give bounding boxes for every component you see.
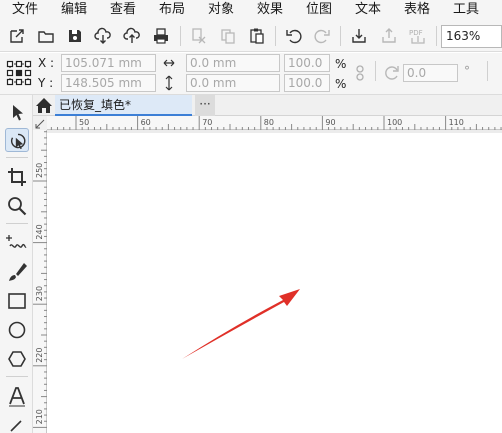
rotation-angle-field[interactable]: 0.0 — [403, 64, 458, 82]
y-position-field[interactable]: 148.505 mm — [61, 74, 156, 92]
x-position-field[interactable]: 105.071 mm — [61, 54, 156, 72]
ruler-label: 210 — [35, 409, 44, 424]
save-icon[interactable] — [66, 27, 84, 45]
redo-icon[interactable] — [313, 27, 331, 45]
vertical-ruler-scale: 250 240 230 220 210 — [33, 131, 47, 428]
property-bar: X : Y : 105.071 mm 148.505 mm 0.0 mm 0.0… — [0, 53, 502, 95]
height-arrow-icon — [162, 74, 176, 92]
artistic-media-tool-icon[interactable] — [5, 260, 29, 284]
menu-table[interactable]: 表格 — [404, 2, 430, 18]
import-icon[interactable] — [350, 27, 368, 45]
undo-icon[interactable] — [285, 27, 303, 45]
cloud-download-icon[interactable] — [94, 27, 112, 45]
y-position-label: Y : — [38, 76, 54, 90]
object-height-field[interactable]: 0.0 mm — [186, 74, 280, 92]
paste-icon[interactable] — [248, 27, 266, 45]
horizontal-ruler-scale: 50 60 70 80 90 100 110 — [50, 116, 502, 130]
rotation-icon — [383, 63, 401, 83]
menu-file[interactable]: 文件 — [12, 2, 38, 18]
width-arrow-icon — [162, 54, 176, 72]
text-tool-icon[interactable] — [5, 384, 29, 408]
zoom-level-field[interactable]: 163% — [441, 25, 502, 48]
toolbar-separator — [275, 26, 276, 46]
new-document-icon[interactable] — [8, 27, 26, 45]
toolbox — [0, 95, 33, 433]
ruler-label: 110 — [449, 118, 464, 127]
ruler-origin-corner[interactable] — [33, 116, 47, 130]
polygon-tool-icon[interactable] — [5, 347, 29, 371]
lock-ratio-icon[interactable] — [354, 65, 366, 81]
pick-tool-icon[interactable] — [5, 101, 29, 125]
standard-toolbar: PDF — [0, 20, 502, 52]
menu-view[interactable]: 查看 — [110, 2, 136, 18]
drawing-canvas[interactable] — [47, 130, 502, 433]
document-tab-label: 已恢复_填色* — [59, 98, 132, 112]
pdf-icon-label: PDF — [409, 29, 423, 37]
menu-bitmaps[interactable]: 位图 — [306, 2, 332, 18]
toolbox-separator — [6, 376, 28, 377]
cloud-upload-icon[interactable] — [123, 27, 141, 45]
x-position-label: X : — [38, 56, 55, 70]
rectangle-tool-icon[interactable] — [5, 289, 29, 313]
ruler-label: 240 — [35, 224, 44, 239]
ruler-label: 100 — [387, 118, 402, 127]
toolbar-separator — [436, 26, 437, 46]
toolbox-separator — [6, 223, 28, 224]
menu-text[interactable]: 文本 — [355, 2, 381, 18]
print-icon[interactable] — [152, 27, 170, 45]
menu-layout[interactable]: 布局 — [159, 2, 185, 18]
toolbox-separator — [6, 157, 28, 158]
menu-tools[interactable]: 工具 — [453, 2, 479, 18]
toolbar-separator — [180, 26, 181, 46]
object-origin-icon[interactable] — [6, 59, 32, 87]
ruler-label: 80 — [264, 118, 274, 127]
more-tools-icon[interactable] — [5, 413, 29, 433]
scale-x-percent-label: % — [335, 57, 347, 71]
ruler-label: 70 — [202, 118, 212, 127]
pdf-icon[interactable]: PDF — [409, 27, 427, 45]
propbar-separator — [487, 61, 488, 81]
curve-tool-icon[interactable] — [5, 231, 29, 255]
document-tab-bar: 已恢复_填色* ··· — [33, 95, 502, 116]
vertical-ruler[interactable]: 250 240 230 220 210 — [33, 130, 47, 433]
ruler-label: 220 — [35, 348, 44, 363]
copy-icon[interactable] — [219, 27, 237, 45]
horizontal-ruler[interactable]: 50 60 70 80 90 100 110 — [33, 116, 502, 130]
cut-icon[interactable] — [190, 27, 208, 45]
document-tab[interactable]: 已恢复_填色* — [55, 95, 192, 116]
ruler-label: 50 — [79, 118, 89, 127]
object-width-field[interactable]: 0.0 mm — [186, 54, 280, 72]
degree-unit-label: ° — [464, 64, 470, 78]
scale-x-field[interactable]: 100.0 — [284, 54, 330, 72]
menu-edit[interactable]: 编辑 — [61, 2, 87, 18]
crop-tool-icon[interactable] — [5, 165, 29, 189]
more-documents-button[interactable]: ··· — [195, 95, 215, 116]
menu-effects[interactable]: 效果 — [257, 2, 283, 18]
export-icon[interactable] — [380, 27, 398, 45]
toolbar-separator — [340, 26, 341, 46]
red-arrow-annotation — [182, 289, 300, 359]
menu-object[interactable]: 对象 — [208, 2, 234, 18]
scale-y-percent-label: % — [335, 77, 347, 91]
freehand-pick-tool-icon[interactable] — [5, 128, 29, 152]
annotation-layer — [182, 289, 300, 359]
propbar-separator — [375, 61, 376, 81]
zoom-tool-icon[interactable] — [5, 194, 29, 218]
ruler-label: 90 — [325, 118, 335, 127]
ruler-label: 230 — [35, 286, 44, 301]
open-folder-icon[interactable] — [37, 27, 55, 45]
home-icon[interactable] — [33, 95, 55, 116]
ruler-label: 60 — [141, 118, 151, 127]
ellipse-tool-icon[interactable] — [5, 318, 29, 342]
scale-y-field[interactable]: 100.0 — [284, 74, 330, 92]
menu-bar: 文件 编辑 查看 布局 对象 效果 位图 文本 表格 工具 — [0, 0, 502, 20]
ruler-label: 250 — [35, 163, 44, 178]
